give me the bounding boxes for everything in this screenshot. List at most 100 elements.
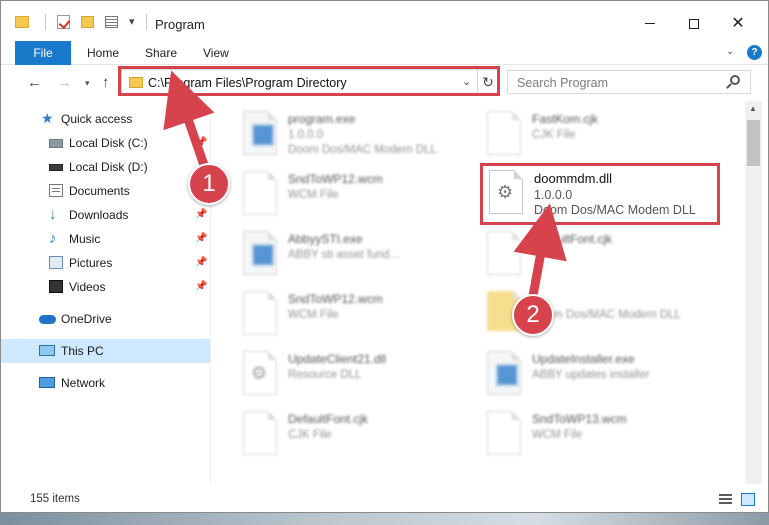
file-item[interactable]: program.exe 1.0.0.0 Doom Dos/MAC Modem D… [237,107,477,163]
desktop-background [0,513,769,525]
music-icon: ♪ [49,230,57,247]
pin-icon: 📌 [195,209,208,220]
exe-file-icon [243,231,277,275]
tab-share[interactable]: Share [145,41,177,65]
sidebar-item-onedrive[interactable]: OneDrive [1,307,210,331]
tab-home[interactable]: Home [87,41,119,65]
new-folder-icon[interactable] [81,16,94,28]
download-icon: ↓ [49,206,57,223]
file-description: Doom Dos/MAC Modem DLL [288,144,437,156]
cloud-icon [39,315,56,324]
properties-check-icon[interactable] [57,15,70,29]
file-item[interactable]: SndToWP13.wcm WCM File [481,407,721,463]
pin-icon: 📌 [195,257,208,268]
navigation-pane: ★ Quick access Local Disk (C:) 📌 Local D… [1,101,210,484]
sidebar-item-downloads[interactable]: ↓ Downloads 📌 [1,203,210,227]
up-arrow-icon[interactable]: ↑ [102,74,110,91]
sidebar-item-label: Documents [69,184,130,198]
document-file-icon [243,171,277,215]
file-type: WCM File [532,429,583,441]
sidebar-item-documents[interactable]: Documents 📌 [1,179,210,203]
file-item[interactable]: UpdateClient21.dll Resource DLL [237,347,477,403]
window-title: Program [155,17,205,32]
sidebar-item-network[interactable]: Network [1,371,210,395]
sidebar-item-label: Downloads [69,208,129,222]
file-item[interactable]: FastKom.cjk CJK File [481,107,721,163]
status-bar: 155 items [1,487,768,512]
tab-view[interactable]: View [203,41,229,65]
file-item[interactable]: UpdateInstaller.exe ABBY updates install… [481,347,721,403]
properties-icon[interactable] [105,16,118,28]
sidebar-item-quick-access[interactable]: ★ Quick access [1,107,210,131]
help-icon[interactable]: ? [747,45,762,60]
sidebar-item-label: Pictures [69,256,113,270]
maximize-icon [689,18,699,29]
file-name: program.exe [288,112,356,126]
recent-locations-chevron-icon[interactable]: ▾ [85,78,90,89]
document-file-icon [487,231,521,275]
file-type: WCM File [288,189,339,201]
tab-file[interactable]: File [15,41,71,65]
file-item[interactable]: DefaultFont.cjk CJK File [237,407,477,463]
back-arrow-icon[interactable]: ← [27,74,42,91]
separator [146,14,147,30]
item-count: 155 items [30,493,80,505]
file-name: SndToWP13.wcm [532,412,627,426]
minimize-button[interactable] [628,7,672,41]
sidebar-item-pictures[interactable]: Pictures 📌 [1,251,210,275]
minimize-icon [645,23,655,25]
pc-icon [39,345,55,356]
scrollbar-thumb[interactable] [747,120,760,166]
sidebar-item-label: Videos [69,280,106,294]
file-name: SndToWP12.wcm [288,172,383,186]
documents-icon [49,184,63,197]
file-version: 1.0.0.0 [288,129,324,141]
address-bar-highlight [118,66,500,96]
sidebar-item-music[interactable]: ♪ Music 📌 [1,227,210,251]
document-file-icon [243,291,277,335]
drive-icon [49,139,63,148]
file-name: FastKom.cjk [532,112,599,126]
file-name: DefaultFont.cjk [532,232,613,246]
file-item[interactable]: SndToWP12.wcm WCM File [237,167,477,223]
file-list: program.exe 1.0.0.0 Doom Dos/MAC Modem D… [211,101,745,484]
sidebar-item-local-disk-d[interactable]: Local Disk (D:) [1,155,210,179]
sidebar-item-this-pc[interactable]: This PC [1,339,210,363]
sidebar-item-label: Network [61,376,106,390]
file-name: AbbyySTI.exe [288,232,363,246]
vertical-scrollbar[interactable]: ▲ [745,101,762,484]
sidebar-item-label: Local Disk (C:) [69,136,148,150]
file-name: UpdateInstaller.exe [532,352,635,366]
document-file-icon [487,111,521,155]
file-item[interactable]: SndToWP12.wcm WCM File [237,287,477,343]
search-icon[interactable] [730,75,740,85]
file-description: ABBY sti asset fund... [288,249,400,261]
file-name: SndToWP12.wcm [288,292,383,306]
file-item[interactable]: DefaultFont.cjk [481,227,721,283]
separator [45,14,46,30]
sidebar-item-label: This PC [61,344,104,358]
search-input[interactable]: Search Program [517,76,608,90]
sidebar-item-videos[interactable]: Videos 📌 [1,275,210,299]
expand-ribbon-chevron-icon[interactable]: ⌄ [726,46,734,57]
customize-toolbar-chevron-icon[interactable]: ▾ [129,15,135,28]
exe-file-icon [487,351,521,395]
file-name: UpdateClient21.dll [288,352,387,366]
document-file-icon [487,411,521,455]
close-button[interactable]: ✕ [716,7,760,41]
search-box[interactable]: Search Program [507,70,751,94]
sidebar-item-label: Music [69,232,101,246]
file-item[interactable]: AbbyySTI.exe ABBY sti asset fund... [237,227,477,283]
forward-arrow-icon[interactable]: → [57,74,72,91]
maximize-button[interactable] [672,7,716,41]
sidebar-item-local-disk-c[interactable]: Local Disk (C:) 📌 [1,131,210,155]
file-type: Resource DLL [288,369,362,381]
file-type: CJK File [532,129,576,141]
details-view-icon[interactable] [719,494,732,506]
star-icon: ★ [41,110,54,126]
document-file-icon [243,411,277,455]
file-type: WCM File [288,309,339,321]
large-icons-view-icon[interactable] [741,493,755,506]
folder-icon [15,16,29,28]
scroll-up-arrow-icon[interactable]: ▲ [749,104,757,113]
